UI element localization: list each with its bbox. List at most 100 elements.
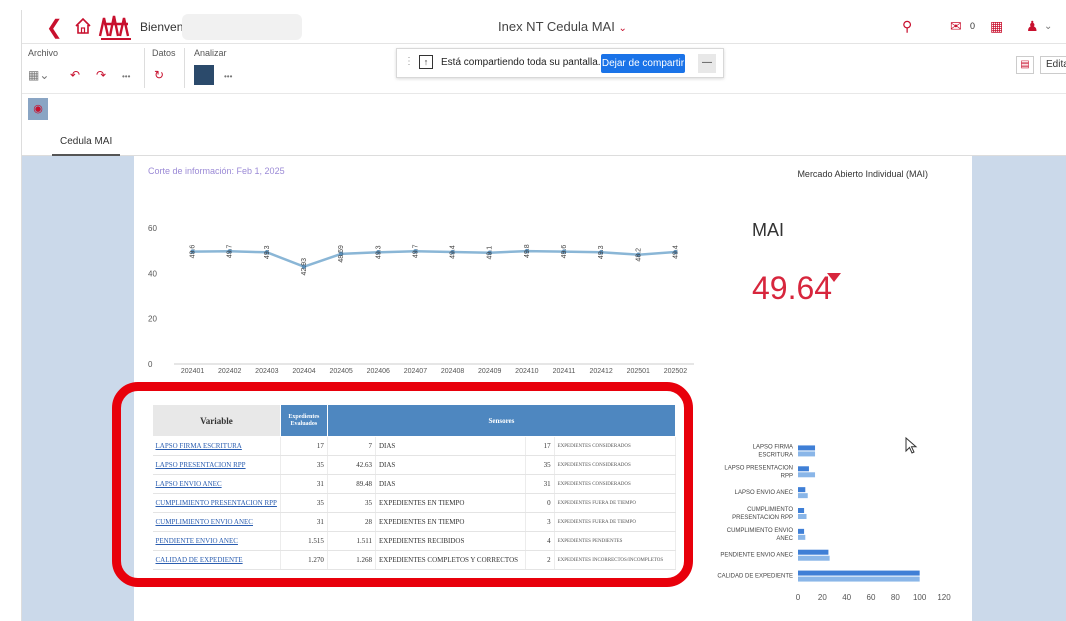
- chevron-down-icon[interactable]: ⌄: [1044, 21, 1052, 32]
- menu-datos[interactable]: Datos: [152, 48, 176, 58]
- category-label: LAPSO PRESENTACION RPP: [724, 465, 793, 479]
- x-tick-label: 202405: [329, 368, 352, 375]
- more-icon[interactable]: •••: [224, 72, 232, 81]
- story-icon[interactable]: ◉: [28, 98, 48, 120]
- data-label: 49.3: [264, 245, 271, 259]
- x-tick-label: 202502: [664, 368, 687, 375]
- market-label: Mercado Abierto Individual (MAI): [797, 169, 928, 179]
- x-tick-label: 120: [937, 593, 951, 602]
- category-label: CUMPLIMIENTO PRESENTACION RPP: [732, 507, 793, 521]
- bar: [798, 466, 809, 472]
- bar: [798, 514, 807, 519]
- category-label: CALIDAD DE EXPEDIENTE: [717, 574, 793, 580]
- data-label: 49.4: [672, 245, 679, 259]
- divider: [184, 48, 185, 88]
- x-tick-label: 202403: [255, 368, 278, 375]
- data-label: 49.6: [561, 245, 568, 259]
- bar: [798, 508, 805, 513]
- data-label: 49.6: [190, 245, 197, 259]
- share-arrow-icon: ↑: [419, 55, 433, 69]
- user-avatar-icon[interactable]: ♟: [1026, 18, 1039, 35]
- notifications-icon[interactable]: ▦: [990, 18, 1003, 35]
- bar: [798, 493, 808, 499]
- left-edge-strip: [0, 10, 22, 621]
- x-tick-label: 202411: [553, 368, 576, 375]
- bar: [798, 534, 806, 540]
- more-icon[interactable]: •••: [122, 72, 130, 81]
- bar: [798, 555, 830, 561]
- save-icon[interactable]: ▦⌄: [28, 68, 49, 82]
- edit-button[interactable]: Edita: [1040, 56, 1066, 74]
- redo-icon[interactable]: ↷: [96, 68, 106, 82]
- category-label: LAPSO ENVIO ANEC: [735, 490, 794, 496]
- divider: [144, 48, 145, 88]
- chevron-down-icon: ⌄: [618, 23, 627, 34]
- data-label: 49.3: [598, 245, 605, 259]
- data-label: 49.8: [524, 244, 531, 258]
- app-title-dropdown[interactable]: Inex NT Cedula MAI ⌄: [498, 19, 627, 34]
- menu-archivo[interactable]: Archivo: [28, 48, 58, 58]
- drag-handle-icon[interactable]: ⋮: [404, 56, 414, 67]
- x-tick-label: 0: [796, 593, 801, 602]
- x-tick-label: 202409: [478, 368, 501, 375]
- x-tick-label: 202404: [292, 368, 315, 375]
- bar: [798, 549, 829, 555]
- x-tick-label: 100: [913, 593, 927, 602]
- data-label: 49.7: [227, 244, 234, 258]
- line-chart[interactable]: 0 20 40 60 202401 202402 202403 202404 202405 202…: [140, 220, 700, 390]
- megaphone-icon[interactable]: ✉: [950, 18, 962, 35]
- bar-chart[interactable]: LAPSO FIRMA ESCRITURA LAPSO PRESENTACION RP…: [696, 404, 966, 604]
- bar: [798, 451, 816, 457]
- back-arrow-icon[interactable]: ❮: [46, 15, 63, 40]
- mouse-cursor-icon: [905, 436, 918, 454]
- y-tick-label: 20: [148, 315, 157, 324]
- x-tick-label: 40: [842, 593, 851, 602]
- y-tick-label: 60: [148, 224, 157, 233]
- bar: [798, 487, 806, 493]
- home-icon[interactable]: [74, 17, 92, 35]
- infonavit-logo-icon[interactable]: [98, 12, 134, 42]
- category-label: CUMPLIMIENTO ENVIO ANEC: [727, 528, 794, 542]
- refresh-icon[interactable]: ↻: [154, 68, 164, 82]
- app-root: ❮ Bienvenid Inex NT Cedula MAI ⌄ ⚲ ✉ 0 ▦…: [0, 0, 1066, 621]
- data-label: 49.1: [487, 246, 494, 260]
- notification-count: 0: [970, 21, 976, 31]
- minimize-button[interactable]: —: [698, 54, 716, 73]
- category-label: LAPSO FIRMA ESCRITURA: [753, 444, 793, 458]
- data-label: 48.59: [338, 245, 345, 263]
- bar: [798, 445, 816, 451]
- data-label: 42.93: [301, 258, 308, 276]
- kpi-value: 49.64: [752, 270, 833, 306]
- cutoff-date: Corte de información: Feb 1, 2025: [148, 166, 285, 176]
- kpi-label: MAI: [752, 220, 785, 240]
- x-tick-label: 20: [818, 593, 827, 602]
- share-message: Está compartiendo toda su pantalla.: [441, 57, 601, 68]
- clipboard-icon[interactable]: ▤: [1016, 56, 1034, 74]
- x-tick-label: 80: [891, 593, 900, 602]
- search-icon[interactable]: ⚲: [902, 18, 912, 35]
- app-title-text: Inex NT Cedula MAI: [498, 19, 615, 34]
- menu-analizar[interactable]: Analizar: [194, 48, 227, 58]
- stop-sharing-button[interactable]: Dejar de compartir: [601, 54, 685, 73]
- tab-cedula-mai[interactable]: Cedula MAI: [52, 128, 121, 156]
- bar: [798, 472, 816, 478]
- x-tick-label: 202406: [367, 368, 390, 375]
- data-label: 48.2: [635, 248, 642, 262]
- x-tick-label: 60: [867, 593, 876, 602]
- data-label: 49.7: [412, 244, 419, 258]
- x-tick-label: 202401: [181, 368, 204, 375]
- y-tick-label: 40: [148, 269, 157, 278]
- x-tick-label: 202408: [441, 368, 464, 375]
- x-tick-label: 202412: [589, 368, 612, 375]
- secondary-toolbar: ◉: [22, 94, 1066, 128]
- data-label: 49.3: [375, 245, 382, 259]
- analyze-color-icon[interactable]: [194, 65, 214, 85]
- y-tick-label: 0: [148, 360, 153, 369]
- x-tick-label: 202501: [627, 368, 650, 375]
- bar: [798, 528, 805, 534]
- x-tick-label: 202407: [404, 368, 427, 375]
- undo-icon[interactable]: ↶: [70, 68, 80, 82]
- trend-down-icon: [827, 273, 841, 282]
- category-label: PENDIENTE ENVIO ANEC: [720, 553, 793, 559]
- x-tick-label: 202402: [218, 368, 241, 375]
